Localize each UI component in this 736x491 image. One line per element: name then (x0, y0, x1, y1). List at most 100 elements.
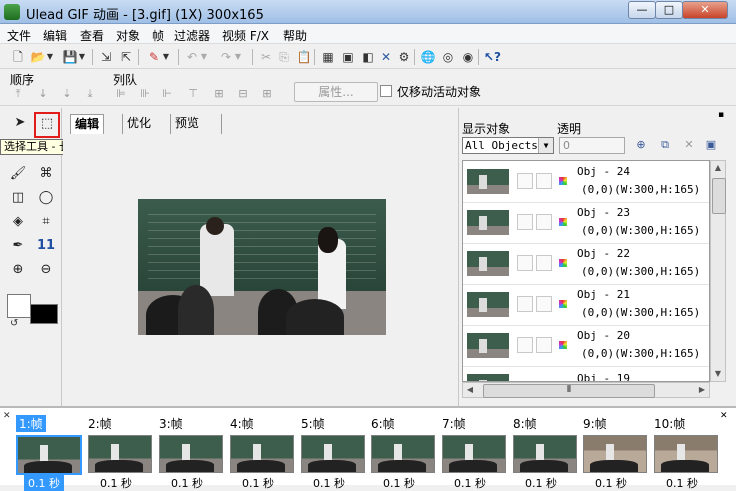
list-item[interactable]: Obj - 21 (0,0)(W:300,H:165) (463, 284, 709, 326)
fill-tool-icon[interactable]: ◈ (8, 212, 28, 232)
scroll-left-icon[interactable]: ◀ (463, 383, 477, 397)
object-properties-icon[interactable]: ◧ (360, 49, 376, 65)
color-tool-icon[interactable]: ✎ (146, 49, 162, 65)
maximize-button[interactable]: □ (655, 1, 683, 19)
properties-button[interactable]: 属性... (294, 82, 378, 102)
add-object-icon[interactable]: ⊕ (634, 138, 648, 152)
frame-image[interactable] (138, 199, 386, 335)
eraser-tool-icon[interactable]: ◫ (8, 188, 28, 208)
swap-colors-icon[interactable]: ↺ (10, 318, 18, 329)
pointer-tool-icon[interactable]: ➤ (10, 113, 30, 133)
frame-item[interactable]: 1:帧 0.1 秒 (14, 413, 84, 491)
object-visible-checkbox[interactable] (517, 296, 533, 312)
background-color-swatch[interactable] (30, 304, 58, 324)
scroll-up-icon[interactable]: ▲ (711, 161, 725, 175)
align-bottom-icon[interactable]: ⊟ (236, 87, 250, 101)
tab-preview[interactable]: 预览 (170, 114, 223, 134)
frame-item[interactable]: 10:帧 0.1 秒 (652, 413, 722, 490)
menu-help[interactable]: 帮助 (283, 27, 307, 44)
scroll-down-icon[interactable]: ▼ (711, 367, 725, 381)
object-lock-checkbox[interactable] (536, 296, 552, 312)
list-item[interactable]: Obj - 23 (0,0)(W:300,H:165) (463, 202, 709, 244)
web-icon[interactable]: 🌐 (420, 49, 436, 65)
frame-item[interactable]: 2:帧 0.1 秒 (86, 413, 156, 490)
frame-item[interactable]: 6:帧 0.1 秒 (369, 413, 439, 490)
object-list-horizontal-scrollbar[interactable]: ◀ ⦀ ▶ (462, 382, 710, 398)
object-lock-checkbox[interactable] (536, 337, 552, 353)
frame-item[interactable]: 7:帧 0.1 秒 (440, 413, 510, 490)
object-list-vertical-scrollbar[interactable]: ▲ ▼ (710, 160, 726, 382)
list-item[interactable]: Obj - 22 (0,0)(W:300,H:165) (463, 243, 709, 285)
duplicate-object-icon[interactable]: ⧉ (658, 138, 672, 152)
frame-thumbnail[interactable] (371, 435, 435, 473)
actual-size-tool-icon[interactable]: 11 (36, 236, 56, 256)
frame-delay[interactable]: 0.1 秒 (525, 475, 557, 491)
object-visible-checkbox[interactable] (517, 255, 533, 271)
list-item[interactable]: Obj - 24 (0,0)(W:300,H:165) (463, 161, 709, 203)
frame-item[interactable]: 9:帧 0.1 秒 (581, 413, 651, 490)
object-visible-checkbox[interactable] (517, 337, 533, 353)
object-list[interactable]: Obj - 24 (0,0)(W:300,H:165) Obj - 23 (0,… (462, 160, 710, 382)
align-left-icon[interactable]: ⊫ (114, 87, 128, 101)
frame-delay[interactable]: 0.1 秒 (100, 475, 132, 491)
redo-icon[interactable]: ↷ (218, 49, 234, 65)
frame-delay[interactable]: 0.1 秒 (313, 475, 345, 491)
list-item[interactable]: Obj - 19 (463, 366, 709, 381)
only-move-active-checkbox[interactable] (380, 85, 392, 97)
copy-icon[interactable]: ⎘ (276, 49, 292, 65)
lasso-tool-icon[interactable]: ⌘ (36, 164, 56, 184)
frame-thumbnail[interactable] (301, 435, 365, 473)
frame-delay[interactable]: 0.1 秒 (595, 475, 627, 491)
tab-edit[interactable]: 编辑 (70, 114, 105, 135)
zoom-in-icon[interactable]: ⊕ (8, 260, 28, 280)
frame-delay[interactable]: 0.1 秒 (383, 475, 415, 491)
frame-thumbnail[interactable] (654, 435, 718, 473)
export-icon[interactable]: ⇱ (118, 49, 134, 65)
rectangle-select-tool-icon[interactable]: ⬚ (34, 112, 60, 138)
chevron-down-icon[interactable]: ▼ (538, 138, 553, 153)
frame-thumbnail[interactable] (513, 435, 577, 473)
close-button[interactable]: ✕ (682, 1, 728, 19)
transparency-input[interactable]: 0 (559, 137, 625, 154)
image-properties-icon[interactable]: ▣ (340, 49, 356, 65)
frame-delay[interactable]: 0.1 秒 (171, 475, 203, 491)
bring-to-front-icon[interactable]: ⤒ (11, 87, 25, 101)
align-right-icon[interactable]: ⊩ (160, 87, 174, 101)
preview-icon[interactable]: ◎ (440, 49, 456, 65)
optimize-icon[interactable]: ⚙ (396, 49, 412, 65)
object-visible-checkbox[interactable] (517, 214, 533, 230)
send-backward-icon[interactable]: ⇣ (60, 87, 74, 101)
list-item[interactable]: Obj - 20 (0,0)(W:300,H:165) (463, 325, 709, 367)
distribute-icon[interactable]: ⊞ (260, 87, 274, 101)
menu-filter[interactable]: 过滤器 (174, 27, 210, 44)
scroll-right-icon[interactable]: ▶ (695, 383, 709, 397)
bring-forward-icon[interactable]: ↓ (36, 87, 50, 101)
panel-pin-icon[interactable]: ▪ (718, 110, 724, 120)
align-center-icon[interactable]: ⊪ (138, 87, 152, 101)
object-visible-checkbox[interactable] (517, 173, 533, 189)
import-icon[interactable]: ⇲ (98, 49, 114, 65)
foreground-color-swatch[interactable] (7, 294, 31, 318)
frame-delay[interactable]: 0.1 秒 (454, 475, 486, 491)
frame-item[interactable]: 3:帧 0.1 秒 (157, 413, 227, 490)
brush-tool-icon[interactable]: 🖌 (8, 164, 28, 184)
menu-video-fx[interactable]: 视频 F/X (222, 27, 269, 44)
new-file-icon[interactable]: 🗋 (10, 49, 26, 65)
frame-thumbnail[interactable] (16, 435, 82, 475)
align-top-icon[interactable]: ⊤ (186, 87, 200, 101)
show-objects-select[interactable]: All Objects ▼ (462, 137, 554, 154)
frame-item[interactable]: 8:帧 0.1 秒 (511, 413, 581, 490)
frame-item[interactable]: 4:帧 0.1 秒 (228, 413, 298, 490)
zoom-out-icon[interactable]: ⊖ (36, 260, 56, 280)
frame-thumbnail[interactable] (159, 435, 223, 473)
context-help-icon[interactable]: ↖? (484, 49, 501, 65)
frame-thumbnail[interactable] (442, 435, 506, 473)
delete-object-icon[interactable]: ✕ (682, 138, 696, 152)
object-properties-icon[interactable]: ▣ (704, 138, 718, 152)
menu-view[interactable]: 查看 (80, 27, 104, 44)
browser-preview-icon[interactable]: ◉ (460, 49, 476, 65)
frame-properties-icon[interactable]: ▦ (320, 49, 336, 65)
open-file-icon[interactable]: 📂 (30, 49, 46, 65)
ellipse-select-tool-icon[interactable]: ◯ (36, 188, 56, 208)
cut-icon[interactable]: ✂ (258, 49, 274, 65)
